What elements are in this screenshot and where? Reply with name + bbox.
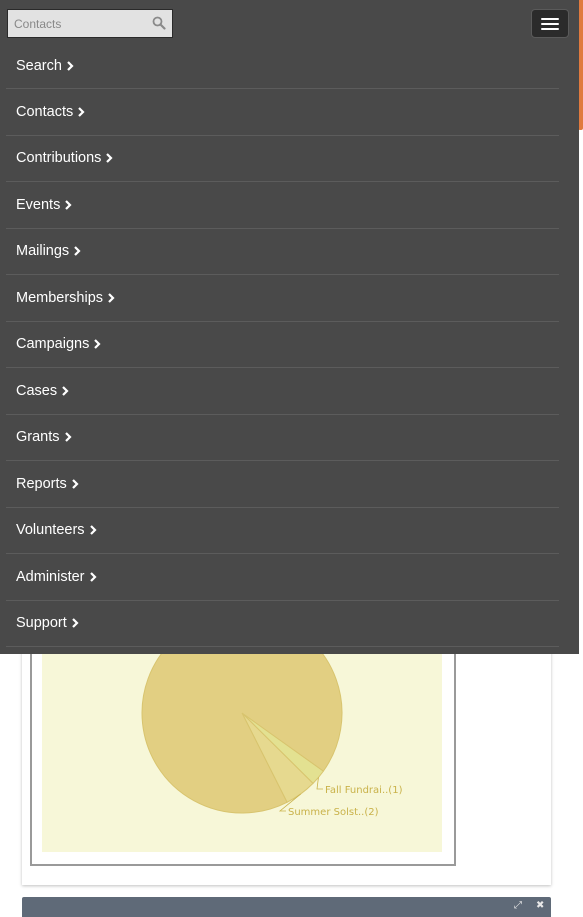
chevron-right-icon bbox=[94, 339, 101, 350]
chevron-right-icon bbox=[62, 385, 69, 396]
chevron-right-icon bbox=[106, 153, 113, 164]
quicksearch-box bbox=[7, 9, 173, 38]
chevron-right-icon bbox=[108, 292, 115, 303]
menu-item-reports[interactable]: Reports bbox=[6, 461, 559, 508]
menu-item-grants[interactable]: Grants bbox=[6, 415, 559, 461]
menu-item-label: Administer bbox=[16, 568, 85, 585]
menu-item-contributions[interactable]: Contributions bbox=[6, 136, 559, 182]
close-icon[interactable]: ✖ bbox=[536, 901, 544, 911]
menu-item-label: Events bbox=[16, 196, 61, 213]
chevron-right-icon bbox=[89, 571, 97, 582]
menu-item-events[interactable]: Events bbox=[6, 182, 559, 229]
nav-menu-list: Search Contacts Contributions Events Mai… bbox=[6, 44, 559, 647]
menu-item-campaigns[interactable]: Campaigns bbox=[6, 322, 559, 368]
menu-item-contacts[interactable]: Contacts bbox=[6, 89, 559, 136]
dashlet-header bbox=[22, 897, 551, 917]
menu-item-support[interactable]: Support bbox=[6, 601, 559, 647]
menu-item-volunteers[interactable]: Volunteers bbox=[6, 508, 559, 554]
chevron-right-icon bbox=[78, 106, 85, 117]
chevron-right-icon bbox=[67, 61, 74, 71]
chevron-right-icon bbox=[89, 525, 97, 536]
menu-item-mailings[interactable]: Mailings bbox=[6, 229, 559, 275]
menu-toggle-button[interactable] bbox=[531, 9, 569, 38]
menu-item-label: Grants bbox=[16, 429, 60, 446]
fullscreen-icon[interactable]: ⤢ bbox=[514, 901, 522, 911]
menu-item-label: Search bbox=[16, 58, 62, 74]
chevron-right-icon bbox=[72, 478, 79, 489]
search-icon[interactable] bbox=[152, 16, 166, 30]
chevron-right-icon bbox=[64, 432, 72, 443]
hamburger-icon bbox=[541, 18, 559, 20]
pie-label-leader bbox=[316, 777, 323, 790]
nav-menu-overlay: Search Contacts Contributions Events Mai… bbox=[0, 0, 579, 654]
menu-item-label: Memberships bbox=[16, 289, 104, 306]
menu-item-cases[interactable]: Cases bbox=[6, 368, 559, 415]
chevron-right-icon bbox=[72, 618, 79, 629]
pie-chart: Fall Fundrai..(1) Summer Solst..(2) bbox=[141, 640, 403, 818]
menu-item-label: Support bbox=[16, 615, 67, 632]
pie-label: Summer Solst..(2) bbox=[288, 807, 379, 818]
menu-item-search[interactable]: Search bbox=[6, 44, 559, 89]
menu-item-label: Campaigns bbox=[16, 336, 90, 353]
menu-item-label: Contacts bbox=[16, 103, 74, 120]
pie-slice bbox=[141, 640, 343, 814]
menu-item-label: Volunteers bbox=[16, 522, 85, 539]
chevron-right-icon bbox=[65, 199, 72, 210]
quicksearch-input[interactable] bbox=[8, 10, 154, 37]
menu-item-label: Contributions bbox=[16, 150, 102, 167]
chevron-right-icon bbox=[74, 246, 81, 257]
menu-item-label: Cases bbox=[16, 382, 58, 399]
menu-item-administer[interactable]: Administer bbox=[6, 554, 559, 601]
pie-label: Fall Fundrai..(1) bbox=[325, 785, 403, 796]
menu-item-memberships[interactable]: Memberships bbox=[6, 275, 559, 322]
menu-item-label: Reports bbox=[16, 475, 67, 492]
menu-item-label: Mailings bbox=[16, 243, 70, 260]
